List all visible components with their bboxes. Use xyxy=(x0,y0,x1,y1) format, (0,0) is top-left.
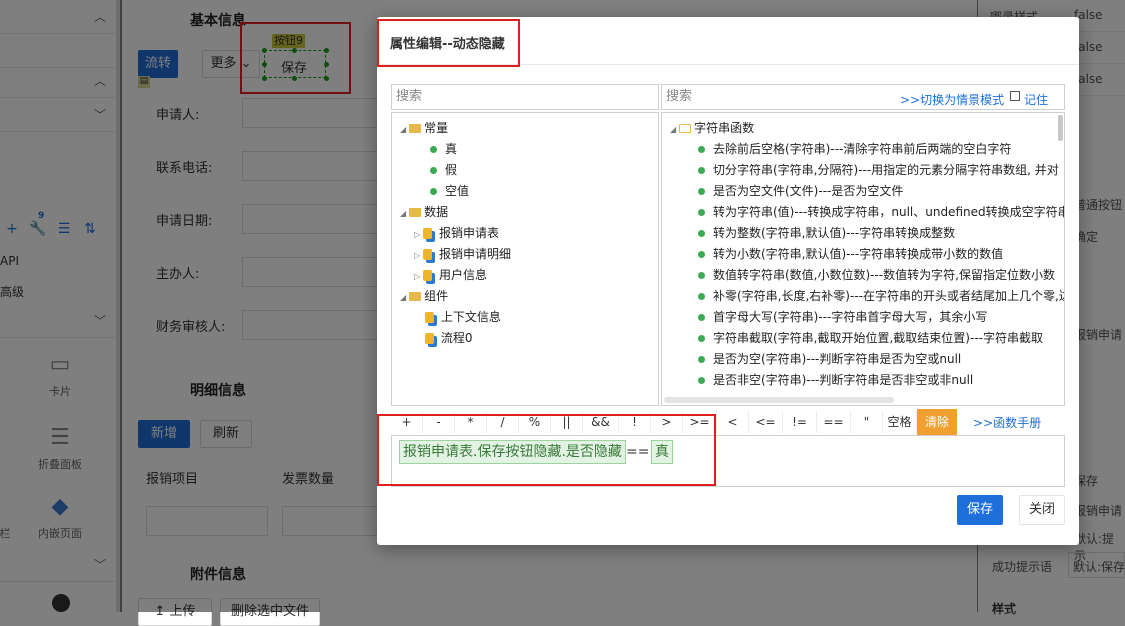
function-item[interactable]: 补零(字符串,长度,右补零)---在字符串的开头或者结尾加上几个零,达 xyxy=(698,287,1064,304)
tree-leaf[interactable]: 真 xyxy=(430,140,457,157)
table-icon xyxy=(423,270,433,281)
function-icon xyxy=(698,293,705,300)
remember-checkbox[interactable] xyxy=(1010,91,1020,101)
folder-icon xyxy=(409,292,422,301)
function-item[interactable]: 转为字符串(值)---转换成字符串，null、undefined转换成空字符串 xyxy=(698,203,1064,220)
constant-icon xyxy=(430,167,437,174)
function-icon xyxy=(698,314,705,321)
table-icon xyxy=(425,333,434,344)
function-list-scrollbar[interactable] xyxy=(1058,115,1063,141)
operator-button[interactable]: < xyxy=(717,411,749,433)
dialog-save-button[interactable]: 保存 xyxy=(957,495,1003,525)
collapsed-icon: ▷ xyxy=(414,230,421,239)
expand-icon: ◢ xyxy=(670,125,677,134)
table-icon xyxy=(423,249,433,260)
function-item[interactable]: 字符串截取(字符串,截取开始位置,截取结束位置)---字符串截取 xyxy=(698,329,1043,346)
function-icon xyxy=(698,356,705,363)
function-icon xyxy=(698,209,705,216)
clear-button[interactable]: 清除 xyxy=(917,409,958,435)
collapsed-icon: ▷ xyxy=(414,272,421,281)
expand-icon: ◢ xyxy=(400,125,407,134)
function-list: ◢ 字符串函数 去除前后空格(字符串)---清除字符串前后两端的空白字符切分字符串… xyxy=(661,112,1065,406)
tree-node-constants[interactable]: ◢ 常量 xyxy=(400,119,448,136)
tree-leaf[interactable]: 空值 xyxy=(430,182,469,199)
table-icon xyxy=(425,312,434,323)
function-icon xyxy=(698,251,705,258)
space-button[interactable]: 空格 xyxy=(883,411,917,433)
function-icon xyxy=(698,377,705,384)
operator-button[interactable]: == xyxy=(817,411,851,433)
function-icon xyxy=(698,188,705,195)
expression-highlight-box xyxy=(377,414,716,486)
remember-label[interactable]: 记住 xyxy=(1024,91,1048,108)
function-icon xyxy=(698,167,705,174)
function-search-input[interactable]: 搜索 xyxy=(661,84,1065,110)
function-icon xyxy=(698,230,705,237)
expand-icon: ◢ xyxy=(400,293,407,302)
tree-node-table[interactable]: ▷ 报销申请明细 xyxy=(414,245,511,262)
open-folder-icon xyxy=(679,124,692,133)
tree-node-table[interactable]: ▷ 用户信息 xyxy=(414,266,487,283)
collapsed-icon: ▷ xyxy=(414,251,421,260)
function-group[interactable]: ◢ 字符串函数 xyxy=(670,119,754,136)
dialog-close-button[interactable]: 关闭 xyxy=(1019,495,1065,525)
tree-node-data[interactable]: ◢ 数据 xyxy=(400,203,448,220)
operator-button[interactable]: <= xyxy=(749,411,783,433)
function-item[interactable]: 是否为空文件(文件)---是否为空文件 xyxy=(698,182,903,199)
tree-node-context[interactable]: 上下文信息 xyxy=(422,308,501,325)
function-item[interactable]: 转为整数(字符串,默认值)---字符串转换成整数 xyxy=(698,224,955,241)
function-list-hscrollbar[interactable] xyxy=(664,397,894,403)
function-item[interactable]: 是否非空(字符串)---判断字符串是否非空或非null xyxy=(698,371,973,388)
function-item[interactable]: 去除前后空格(字符串)---清除字符串前后两端的空白字符 xyxy=(698,140,1011,157)
function-item[interactable]: 转为小数(字符串,默认值)---字符串转换成带小数的数值 xyxy=(698,245,1003,262)
folder-icon xyxy=(409,124,422,133)
function-item[interactable]: 首字母大写(字符串)---字符串首字母大写，其余小写 xyxy=(698,308,987,325)
table-icon xyxy=(423,228,433,239)
function-item[interactable]: 切分字符串(字符串,分隔符)---用指定的元素分隔字符串数组, 并对 xyxy=(698,161,1059,178)
function-icon xyxy=(698,335,705,342)
tree-leaf[interactable]: 假 xyxy=(430,161,457,178)
title-highlight-box xyxy=(377,19,520,67)
function-manual-link[interactable]: >>函数手册 xyxy=(973,414,1041,431)
property-edit-dialog: 属性编辑--动态隐藏 搜索 搜索 >>切换为情景模式 记住 ◢ 常量 真 假 空值… xyxy=(377,17,1079,545)
function-item[interactable]: 数值转字符串(数值,小数位数)---数值转为字符,保留指定位数小数 xyxy=(698,266,1055,283)
folder-icon xyxy=(409,208,422,217)
function-icon xyxy=(698,272,705,279)
function-icon xyxy=(698,146,705,153)
variable-tree: ◢ 常量 真 假 空值 ◢ 数据 ▷ 报销申请表 ▷ 报销申请明细 ▷ 用户信息 ◢… xyxy=(391,112,659,406)
constant-icon xyxy=(430,146,437,153)
tree-node-table[interactable]: ▷ 报销申请表 xyxy=(414,224,499,241)
function-item[interactable]: 是否为空(字符串)---判断字符串是否为空或null xyxy=(698,350,961,367)
operator-button[interactable]: " xyxy=(851,411,883,433)
tree-node-flow[interactable]: 流程0 xyxy=(422,329,472,346)
expand-icon: ◢ xyxy=(400,209,407,218)
constant-icon xyxy=(430,188,437,195)
operator-button[interactable]: != xyxy=(783,411,817,433)
tree-node-components[interactable]: ◢ 组件 xyxy=(400,287,448,304)
switch-mode-link[interactable]: >>切换为情景模式 xyxy=(900,91,1004,108)
tree-search-input[interactable]: 搜索 xyxy=(391,84,659,110)
